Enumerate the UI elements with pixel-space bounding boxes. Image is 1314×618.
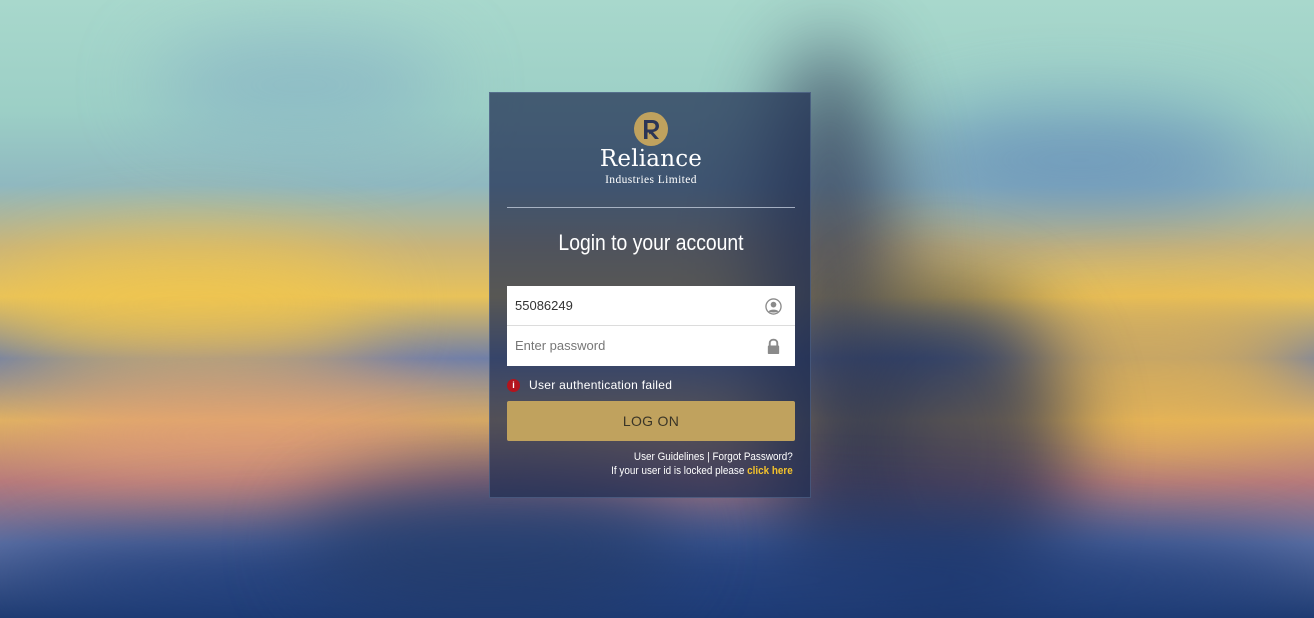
user-icon [765,298,782,315]
password-input[interactable] [507,326,757,365]
brand-logo: Reliance Industries Limited [490,111,812,187]
help-links-line-1: User Guidelines | Forgot Password? [611,450,793,464]
click-here-link[interactable]: click here [747,465,793,477]
user-guidelines-link[interactable]: User Guidelines [634,451,704,463]
username-input[interactable] [507,286,757,325]
lock-icon [767,338,780,355]
reliance-logo-icon [634,112,668,146]
brand-subtitle: Industries Limited [605,174,697,186]
error-message: i User authentication failed [507,377,672,393]
help-links-line-2: If your user id is locked please click h… [611,464,793,478]
login-panel: Reliance Industries Limited Login to you… [489,92,811,498]
password-field [507,326,795,366]
locked-text: If your user id is locked please [611,465,745,477]
page-title: Login to your account [558,230,744,255]
link-separator: | [707,451,710,463]
error-text: User authentication failed [529,378,673,392]
help-links: User Guidelines | Forgot Password? If yo… [591,450,793,478]
logon-button[interactable]: LOG ON [507,401,795,441]
forgot-password-link[interactable]: Forgot Password? [713,451,793,463]
username-field [507,286,795,326]
brand-name: Reliance [599,146,703,172]
info-icon: i [507,378,520,392]
divider [507,207,795,208]
